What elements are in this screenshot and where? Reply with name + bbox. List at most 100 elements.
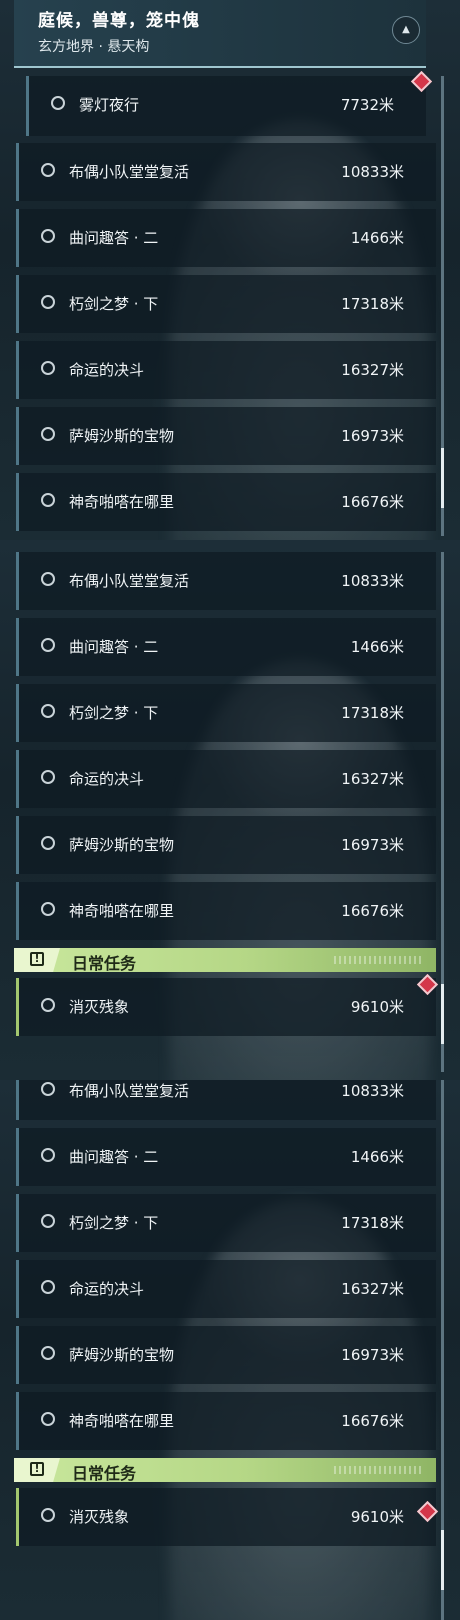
- radio-circle-icon: [41, 229, 55, 243]
- quest-row[interactable]: 命运的决斗 16327米: [16, 341, 436, 399]
- quest-panel-2: 布偶小队堂堂复活 10833米 曲问趣答 · 二 1466米 朽剑之梦 · 下 …: [0, 540, 460, 1080]
- quest-name: 朽剑之梦 · 下: [69, 704, 159, 722]
- quest-name: 命运的决斗: [69, 361, 145, 379]
- radio-circle-icon: [41, 572, 55, 586]
- quest-distance: 17318米: [341, 1214, 404, 1232]
- quest-name: 布偶小队堂堂复活: [69, 163, 190, 181]
- quest-row[interactable]: 布偶小队堂堂复活 10833米: [16, 1080, 436, 1120]
- quest-name: 布偶小队堂堂复活: [69, 572, 190, 590]
- quest-name: 神奇啪嗒在哪里: [69, 493, 175, 511]
- scrollbar[interactable]: [441, 1080, 444, 1620]
- radio-circle-icon: [41, 295, 55, 309]
- quest-row[interactable]: 朽剑之梦 · 下 17318米: [16, 1194, 436, 1252]
- quest-row[interactable]: 命运的决斗 16327米: [16, 1260, 436, 1318]
- quest-row[interactable]: 萨姆沙斯的宝物 16973米: [16, 407, 436, 465]
- quest-name: 朽剑之梦 · 下: [69, 1214, 159, 1232]
- radio-circle-icon: [41, 1346, 55, 1360]
- quest-name: 消灭残象: [69, 998, 130, 1016]
- radio-circle-icon: [41, 704, 55, 718]
- quest-row[interactable]: 神奇啪嗒在哪里 16676米: [16, 882, 436, 940]
- quest-distance: 10833米: [341, 1082, 404, 1100]
- quest-distance: 16327米: [341, 1280, 404, 1298]
- radio-circle-icon: [41, 770, 55, 784]
- section-badge: !: [14, 948, 60, 972]
- section-badge: !: [14, 1458, 60, 1482]
- chevron-up-icon[interactable]: ▲: [392, 16, 420, 44]
- quest-panel-1: 庭候，兽尊，笼中傀 玄方地界 · 悬天构 ▲ 雾灯夜行 7732米 布偶小队堂堂…: [0, 0, 460, 540]
- quest-name: 曲问趣答 · 二: [69, 229, 159, 247]
- scrollbar[interactable]: [441, 552, 444, 1072]
- radio-circle-icon: [41, 163, 55, 177]
- quest-distance: 1466米: [350, 1148, 404, 1166]
- quest-area: 玄方地界 · 悬天构: [38, 39, 150, 55]
- quest-distance: 17318米: [341, 295, 404, 313]
- scrollbar[interactable]: [441, 76, 444, 536]
- quest-name: 曲问趣答 · 二: [69, 1148, 159, 1166]
- quest-title: 庭候，兽尊，笼中傀: [38, 11, 200, 31]
- quest-distance: 1466米: [350, 229, 404, 247]
- quest-distance: 16973米: [341, 1346, 404, 1364]
- quest-row[interactable]: 雾灯夜行 7732米: [26, 76, 426, 136]
- quest-panel-3: 布偶小队堂堂复活 10833米 曲问趣答 · 二 1466米 朽剑之梦 · 下 …: [0, 1080, 460, 1620]
- radio-circle-icon: [41, 361, 55, 375]
- section-label: 日常任务: [72, 954, 137, 973]
- quest-distance: 16676米: [341, 1412, 404, 1430]
- daily-quest-section-header[interactable]: ! 日常任务: [14, 948, 436, 973]
- decorative-stripes: [334, 1466, 424, 1474]
- radio-circle-icon: [41, 1082, 55, 1096]
- quest-distance: 16973米: [341, 427, 404, 445]
- quest-distance: 7732米: [340, 96, 394, 114]
- quest-row[interactable]: 命运的决斗 16327米: [16, 750, 436, 808]
- quest-distance: 16327米: [341, 361, 404, 379]
- quest-row[interactable]: 神奇啪嗒在哪里 16676米: [16, 473, 436, 531]
- radio-circle-icon: [41, 998, 55, 1012]
- daily-quest-section-header[interactable]: ! 日常任务: [14, 1458, 436, 1483]
- scrollbar-thumb[interactable]: [441, 448, 444, 508]
- quest-name: 雾灯夜行: [79, 96, 140, 114]
- radio-circle-icon: [41, 1508, 55, 1522]
- daily-quest-row[interactable]: 消灭残象 9610米: [16, 1488, 436, 1546]
- radio-circle-icon: [41, 1214, 55, 1228]
- quest-row[interactable]: 曲问趣答 · 二 1466米: [16, 209, 436, 267]
- quest-row[interactable]: 曲问趣答 · 二 1466米: [16, 618, 436, 676]
- quest-row[interactable]: 布偶小队堂堂复活 10833米: [16, 552, 436, 610]
- radio-circle-icon: [41, 427, 55, 441]
- quest-row[interactable]: 朽剑之梦 · 下 17318米: [16, 684, 436, 742]
- exclamation-icon: !: [30, 1462, 44, 1476]
- quest-row[interactable]: 神奇啪嗒在哪里 16676米: [16, 1392, 436, 1450]
- quest-distance: 16327米: [341, 770, 404, 788]
- section-label: 日常任务: [72, 1464, 137, 1483]
- quest-name: 萨姆沙斯的宝物: [69, 427, 175, 445]
- decorative-stripes: [334, 956, 424, 964]
- quest-distance: 9610米: [350, 998, 404, 1016]
- quest-name: 神奇啪嗒在哪里: [69, 902, 175, 920]
- radio-circle-icon: [41, 902, 55, 916]
- quest-distance: 1466米: [350, 638, 404, 656]
- radio-circle-icon: [41, 638, 55, 652]
- quest-name: 神奇啪嗒在哪里: [69, 1412, 175, 1430]
- quest-distance: 17318米: [341, 704, 404, 722]
- radio-circle-icon: [41, 493, 55, 507]
- radio-circle-icon: [41, 1412, 55, 1426]
- quest-name: 消灭残象: [69, 1508, 130, 1526]
- quest-row[interactable]: 朽剑之梦 · 下 17318米: [16, 275, 436, 333]
- quest-name: 曲问趣答 · 二: [69, 638, 159, 656]
- quest-distance: 9610米: [350, 1508, 404, 1526]
- quest-name: 命运的决斗: [69, 770, 145, 788]
- scrollbar-thumb[interactable]: [441, 984, 444, 1044]
- radio-circle-icon: [51, 96, 65, 110]
- quest-name: 萨姆沙斯的宝物: [69, 1346, 175, 1364]
- quest-distance: 16676米: [341, 902, 404, 920]
- quest-name: 命运的决斗: [69, 1280, 145, 1298]
- quest-name: 朽剑之梦 · 下: [69, 295, 159, 313]
- radio-circle-icon: [41, 836, 55, 850]
- quest-row[interactable]: 曲问趣答 · 二 1466米: [16, 1128, 436, 1186]
- daily-quest-row[interactable]: 消灭残象 9610米: [16, 978, 436, 1036]
- quest-name: 萨姆沙斯的宝物: [69, 836, 175, 854]
- quest-header[interactable]: 庭候，兽尊，笼中傀 玄方地界 · 悬天构 ▲: [14, 0, 426, 68]
- quest-row[interactable]: 布偶小队堂堂复活 10833米: [16, 143, 436, 201]
- quest-row[interactable]: 萨姆沙斯的宝物 16973米: [16, 816, 436, 874]
- quest-row[interactable]: 萨姆沙斯的宝物 16973米: [16, 1326, 436, 1384]
- quest-name: 布偶小队堂堂复活: [69, 1082, 190, 1100]
- scrollbar-thumb[interactable]: [441, 1530, 444, 1590]
